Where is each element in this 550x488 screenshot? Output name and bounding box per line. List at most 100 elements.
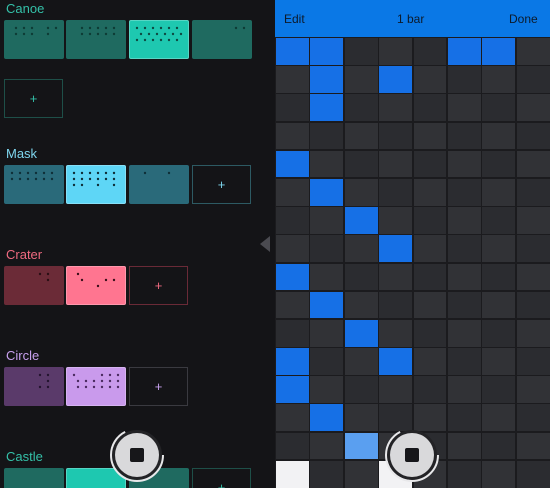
step-cell[interactable] [275, 149, 310, 179]
step-cell[interactable] [378, 318, 413, 348]
step-cell[interactable] [275, 37, 310, 66]
step-cell[interactable] [481, 262, 517, 292]
step-cell[interactable] [275, 431, 310, 461]
step-cell[interactable] [275, 290, 310, 320]
step-cell[interactable] [343, 459, 379, 488]
step-cell[interactable] [275, 234, 310, 263]
step-cell[interactable] [412, 262, 448, 292]
step-cell[interactable] [481, 403, 517, 433]
step-cell[interactable] [309, 234, 345, 263]
step-cell[interactable] [309, 290, 345, 320]
step-cell[interactable] [378, 121, 413, 151]
step-cell[interactable] [343, 149, 379, 179]
step-cell[interactable] [309, 262, 345, 292]
step-cell[interactable] [309, 347, 345, 376]
step-cell[interactable] [515, 290, 550, 320]
step-cell[interactable] [446, 37, 482, 66]
step-cell[interactable] [275, 347, 310, 376]
step-cell[interactable] [378, 93, 413, 123]
step-cell[interactable] [343, 93, 379, 123]
step-cell[interactable] [309, 37, 345, 66]
step-cell[interactable] [275, 262, 310, 292]
step-cell[interactable] [446, 431, 482, 461]
step-cell[interactable] [378, 65, 413, 94]
stop-button-right[interactable] [385, 428, 439, 482]
step-cell[interactable] [309, 206, 345, 235]
step-cell[interactable] [309, 431, 345, 461]
step-cell[interactable] [378, 37, 413, 66]
step-cell[interactable] [412, 93, 448, 123]
step-cell[interactable] [446, 206, 482, 235]
step-cell[interactable] [343, 234, 379, 263]
step-cell[interactable] [309, 375, 345, 404]
step-cell[interactable] [378, 290, 413, 320]
step-cell[interactable] [343, 375, 379, 404]
add-pattern-button-mask[interactable]: + [192, 165, 251, 204]
step-cell[interactable] [446, 375, 482, 404]
step-cell[interactable] [515, 375, 550, 404]
step-cell[interactable] [515, 347, 550, 376]
step-cell[interactable] [412, 347, 448, 376]
step-cell[interactable] [343, 177, 379, 207]
add-pattern-button-castle[interactable]: + [192, 468, 251, 488]
step-cell[interactable] [481, 93, 517, 123]
step-cell[interactable] [412, 177, 448, 207]
step-cell[interactable] [343, 431, 379, 461]
add-pattern-button-crater[interactable]: + [129, 266, 188, 305]
add-pattern-button-canoe[interactable]: + [4, 79, 63, 118]
step-cell[interactable] [515, 37, 550, 66]
step-cell[interactable] [343, 318, 379, 348]
step-cell[interactable] [309, 403, 345, 433]
step-cell[interactable] [378, 177, 413, 207]
step-cell[interactable] [446, 65, 482, 94]
step-cell[interactable] [275, 93, 310, 123]
step-cell[interactable] [275, 318, 310, 348]
step-cell[interactable] [275, 459, 310, 488]
step-cell[interactable] [343, 121, 379, 151]
step-cell[interactable] [481, 177, 517, 207]
step-cell[interactable] [481, 65, 517, 94]
edit-button[interactable]: Edit [284, 12, 305, 26]
step-cell[interactable] [515, 65, 550, 94]
step-cell[interactable] [515, 206, 550, 235]
step-cell[interactable] [378, 347, 413, 376]
step-cell[interactable] [446, 459, 482, 488]
step-cell[interactable] [275, 65, 310, 94]
step-cell[interactable] [412, 65, 448, 94]
step-cell[interactable] [275, 375, 310, 404]
step-cell[interactable] [309, 149, 345, 179]
pattern-canoe-4[interactable] [192, 20, 252, 59]
pattern-canoe-2[interactable] [66, 20, 126, 59]
step-cell[interactable] [309, 459, 345, 488]
step-cell[interactable] [515, 431, 550, 461]
step-cell[interactable] [446, 403, 482, 433]
step-cell[interactable] [515, 403, 550, 433]
step-cell[interactable] [343, 347, 379, 376]
step-cell[interactable] [446, 149, 482, 179]
step-cell[interactable] [481, 37, 517, 66]
add-pattern-button-circle[interactable]: + [129, 367, 188, 406]
step-cell[interactable] [446, 93, 482, 123]
step-cell[interactable] [481, 290, 517, 320]
step-cell[interactable] [275, 121, 310, 151]
step-cell[interactable] [412, 37, 448, 66]
step-cell[interactable] [412, 318, 448, 348]
step-cell[interactable] [378, 262, 413, 292]
pattern-crater-1[interactable] [4, 266, 64, 305]
step-cell[interactable] [515, 234, 550, 263]
step-cell[interactable] [309, 65, 345, 94]
step-cell[interactable] [275, 403, 310, 433]
pattern-mask-1[interactable] [4, 165, 64, 204]
step-cell[interactable] [481, 347, 517, 376]
step-cell[interactable] [446, 121, 482, 151]
step-cell[interactable] [343, 403, 379, 433]
step-cell[interactable] [515, 262, 550, 292]
bar-length-selector[interactable]: 1 bar [397, 12, 424, 26]
pattern-canoe-3[interactable] [129, 20, 189, 59]
stop-button-left[interactable] [110, 428, 164, 482]
step-cell[interactable] [481, 121, 517, 151]
step-cell[interactable] [309, 121, 345, 151]
step-cell[interactable] [446, 347, 482, 376]
step-cell[interactable] [446, 290, 482, 320]
step-cell[interactable] [481, 375, 517, 404]
